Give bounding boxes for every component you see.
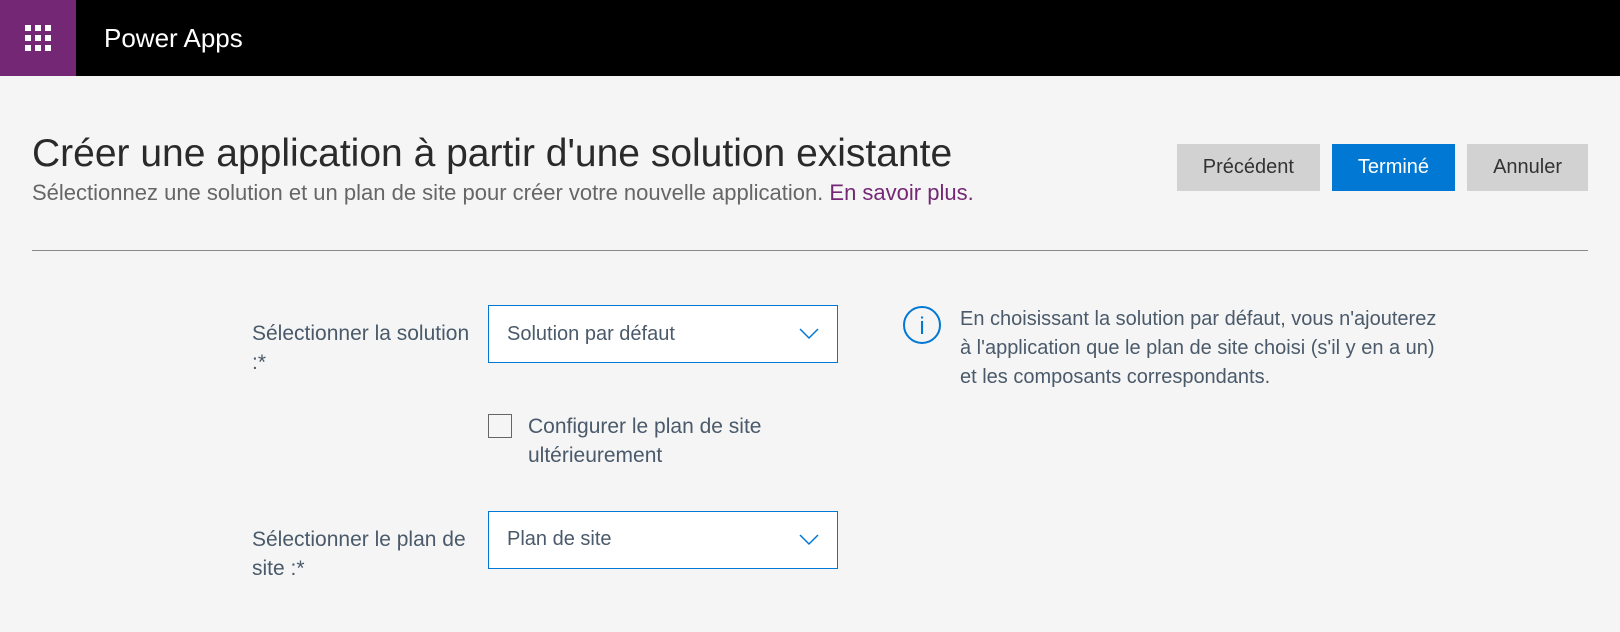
configure-later-row: Configurer le plan de site ultérieuremen… — [488, 412, 842, 471]
form-fields: Sélectionner la solution :* Solution par… — [252, 305, 842, 619]
app-launcher-button[interactable] — [0, 0, 76, 76]
select-solution-label: Sélectionner la solution :* — [252, 305, 488, 378]
waffle-icon — [25, 25, 51, 51]
field-control: Plan de site — [488, 511, 842, 569]
divider — [32, 250, 1588, 251]
top-bar: Power Apps — [0, 0, 1620, 76]
select-solution-value: Solution par défaut — [507, 323, 675, 346]
info-text: En choisissant la solution par défaut, v… — [960, 305, 1442, 619]
select-solution-dropdown[interactable]: Solution par défaut — [488, 305, 838, 363]
button-row: Précédent Terminé Annuler — [1177, 144, 1588, 191]
select-sitemap-dropdown[interactable]: Plan de site — [488, 511, 838, 569]
chevron-down-icon — [799, 534, 819, 546]
header-row: Créer une application à partir d'une sol… — [32, 132, 1588, 206]
field-control: Solution par défaut — [488, 305, 842, 363]
configure-later-checkbox[interactable] — [488, 414, 512, 438]
page-title: Créer une application à partir d'une sol… — [32, 132, 1177, 176]
content: Créer une application à partir d'une sol… — [0, 76, 1620, 619]
svg-text:i: i — [919, 313, 924, 340]
info-icon: i — [902, 305, 942, 345]
learn-more-link[interactable]: En savoir plus. — [829, 180, 973, 205]
header-text: Créer une application à partir d'une sol… — [32, 132, 1177, 206]
select-sitemap-value: Plan de site — [507, 528, 612, 551]
configure-later-label: Configurer le plan de site ultérieuremen… — [528, 412, 808, 471]
previous-button[interactable]: Précédent — [1177, 144, 1320, 191]
field-select-sitemap: Sélectionner le plan de site :* Plan de … — [252, 511, 842, 584]
done-button[interactable]: Terminé — [1332, 144, 1455, 191]
info-box: i En choisissant la solution par défaut,… — [902, 305, 1442, 619]
form-area: Sélectionner la solution :* Solution par… — [32, 305, 1588, 619]
app-name: Power Apps — [104, 23, 243, 54]
page-subtitle: Sélectionnez une solution et un plan de … — [32, 180, 1177, 206]
select-sitemap-label: Sélectionner le plan de site :* — [252, 511, 488, 584]
cancel-button[interactable]: Annuler — [1467, 144, 1588, 191]
field-select-solution: Sélectionner la solution :* Solution par… — [252, 305, 842, 378]
chevron-down-icon — [799, 328, 819, 340]
subtitle-text: Sélectionnez une solution et un plan de … — [32, 180, 829, 205]
